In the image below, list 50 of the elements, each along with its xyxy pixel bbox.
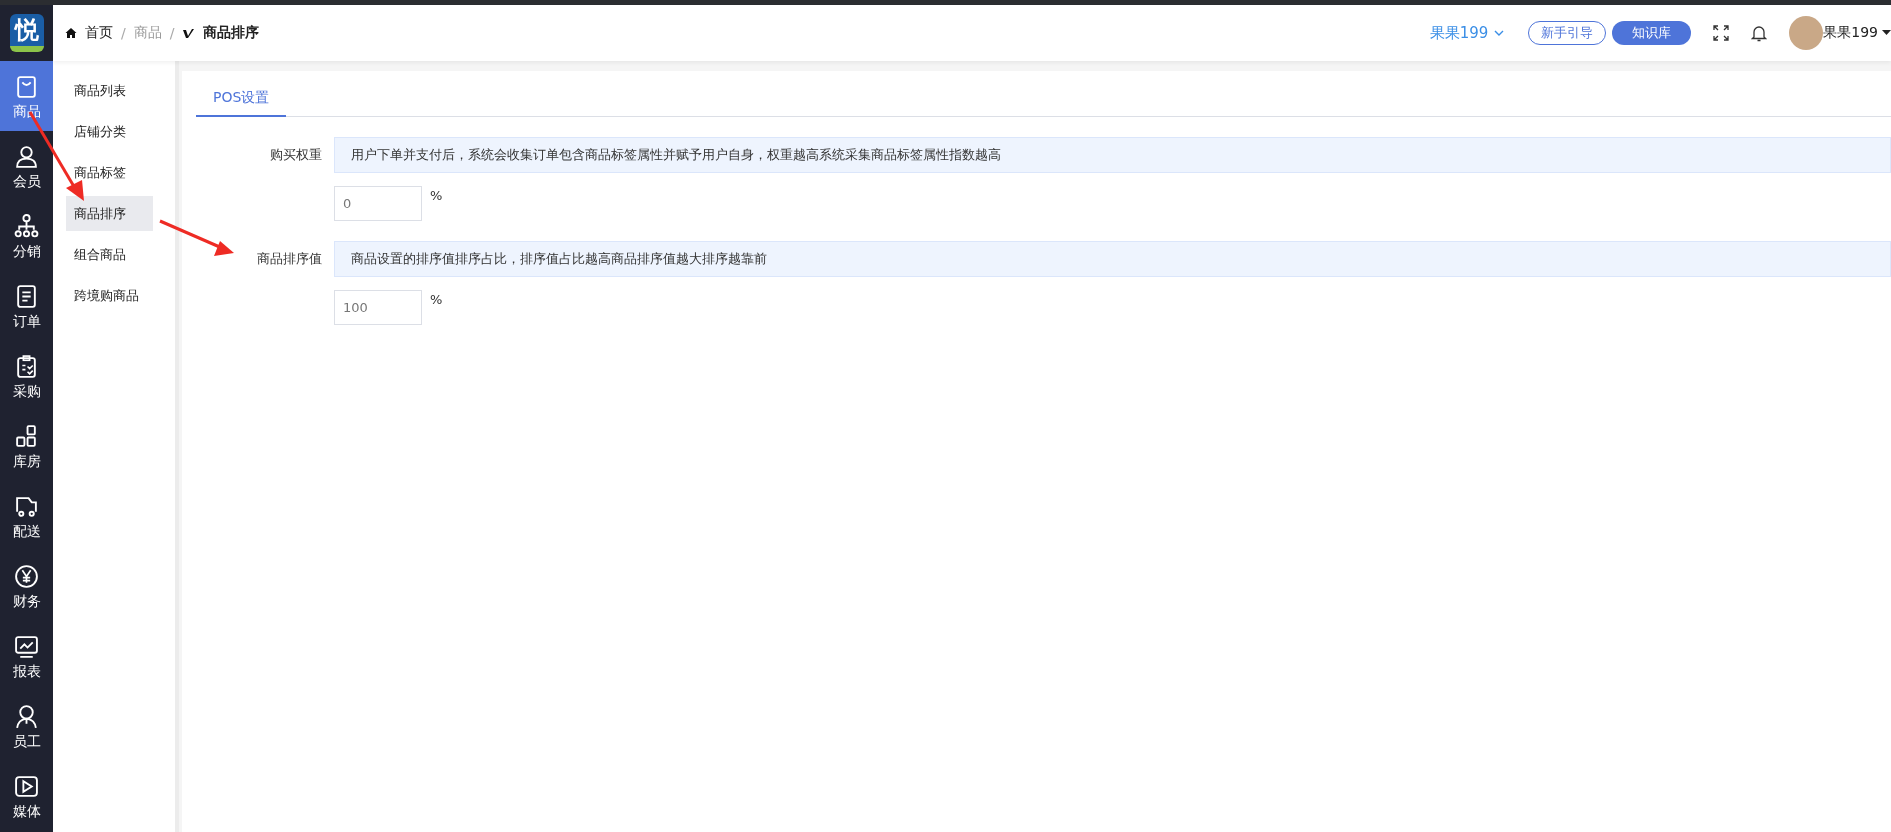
- submenu-item[interactable]: 组合商品: [66, 237, 153, 272]
- nav-item[interactable]: 采购: [0, 341, 53, 411]
- nav-item[interactable]: 会员: [0, 131, 53, 201]
- app-logo: 悦: [9, 14, 44, 52]
- percent-input[interactable]: 0: [334, 186, 422, 221]
- breadcrumb-link[interactable]: 商品排序: [203, 24, 260, 42]
- submenu-item[interactable]: 店铺分类: [66, 114, 153, 149]
- chevron-icon: [1494, 30, 1505, 36]
- guide-button[interactable]: 新手引导: [1528, 21, 1607, 45]
- play-icon: [14, 773, 39, 799]
- nav-item[interactable]: 财务: [0, 551, 53, 621]
- nav-item[interactable]: 媒体: [0, 761, 53, 831]
- nav-item[interactable]: 订单: [0, 271, 53, 341]
- document-icon: [14, 283, 39, 309]
- info-banner: 用户下单并支付后，系统会收集订单包含商品标签属性并赋予用户自身，权重越高系统采集商品标签属性指数越高: [334, 137, 1891, 173]
- person-icon: [14, 703, 39, 729]
- breadcrumb-separator: /: [169, 25, 175, 41]
- nav-item[interactable]: 报表: [0, 621, 53, 691]
- nav-item[interactable]: 分销: [0, 201, 53, 271]
- field-label: 购买权重: [269, 146, 322, 164]
- fullscreen-icon[interactable]: [1713, 25, 1730, 41]
- clipboard-icon: [14, 353, 39, 379]
- percent-input[interactable]: 100: [334, 290, 422, 325]
- blocks-icon: [14, 423, 39, 449]
- nav-item[interactable]: 配送: [0, 481, 53, 551]
- knowledge-base-button[interactable]: 知识库: [1612, 21, 1692, 45]
- hierarchy-icon: [14, 213, 39, 239]
- submenu-item[interactable]: 商品标签: [66, 155, 153, 190]
- breadcrumb-separator: /: [121, 25, 126, 41]
- unit-label: %: [430, 292, 443, 307]
- submenu-item[interactable]: 商品排序: [66, 196, 153, 231]
- user-icon: [14, 143, 39, 169]
- nav-item[interactable]: 员工: [0, 691, 53, 761]
- v-logo-icon: [182, 27, 196, 39]
- user-menu[interactable]: 果果199: [1823, 24, 1891, 42]
- tab[interactable]: POS设置: [196, 81, 287, 117]
- shopping-bag-icon: [14, 73, 39, 99]
- caret-icon: [1882, 30, 1891, 36]
- yen-icon: [14, 563, 39, 589]
- store-dropdown[interactable]: 果果199: [1429, 23, 1505, 43]
- info-banner: 商品设置的排序值排序占比，排序值占比越高商品排序值越大排序越靠前: [334, 241, 1891, 277]
- breadcrumb-link[interactable]: 首页: [85, 24, 113, 42]
- bell-icon[interactable]: [1751, 24, 1768, 42]
- unit-label: %: [430, 188, 443, 203]
- field-label: 商品排序值: [256, 250, 322, 268]
- submenu-item[interactable]: 跨境购商品: [66, 278, 153, 313]
- line-chart-icon: [14, 633, 39, 659]
- nav-item[interactable]: 库房: [0, 411, 53, 481]
- home-icon: [65, 27, 77, 39]
- submenu-item[interactable]: 商品列表: [66, 73, 153, 108]
